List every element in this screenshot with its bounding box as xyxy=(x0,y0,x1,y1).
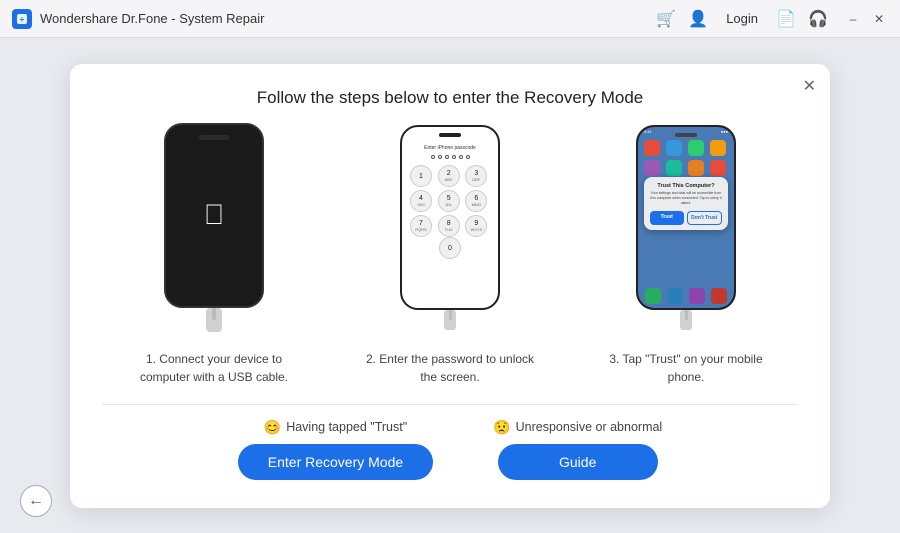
divider xyxy=(102,404,798,405)
guide-button[interactable]: Guide xyxy=(498,444,658,480)
enter-recovery-text: Having tapped "Trust" xyxy=(286,420,407,434)
titlebar-actions: 🛒 👤 Login 📄 🎧 – ✕ xyxy=(656,9,888,29)
steps-row: ⎕ 1. Connect your device to computer wit… xyxy=(102,128,798,386)
minimize-button[interactable]: – xyxy=(844,10,862,28)
titlebar: + Wondershare Dr.Fone - System Repair 🛒 … xyxy=(0,0,900,38)
app-6 xyxy=(666,160,682,176)
status-bar: 9:41 ●●● xyxy=(638,127,734,136)
dock-icon-3 xyxy=(689,288,705,304)
numkey-9: 9WXYZ xyxy=(465,215,487,237)
step-2-phone: Enter iPhone passcode 1 2ABC 3DEF 4GHI 5… xyxy=(400,125,500,310)
step-1-desc: 1. Connect your device to computer with … xyxy=(124,350,304,386)
step-3-phone-wrap: 9:41 ●●● xyxy=(606,128,766,328)
enter-recovery-group: 😊 Having tapped "Trust" Enter Recovery M… xyxy=(238,419,433,480)
step-1-phone-wrap: ⎕ xyxy=(134,128,294,328)
step-3-phone: 9:41 ●●● xyxy=(636,125,736,310)
step-1-col: ⎕ 1. Connect your device to computer wit… xyxy=(102,128,326,386)
app-3 xyxy=(688,140,704,156)
cart-icon[interactable]: 🛒 xyxy=(656,9,676,29)
usb-icon: ⎕ xyxy=(206,199,223,232)
trust-dialog: Trust This Computer? Your settings and d… xyxy=(644,177,728,230)
app-1 xyxy=(644,140,660,156)
app-7 xyxy=(688,160,704,176)
step-3-col: 9:41 ●●● xyxy=(574,128,798,386)
trust-buttons: Trust Don't Trust xyxy=(650,211,722,225)
enter-recovery-button[interactable]: Enter Recovery Mode xyxy=(238,444,433,480)
dialog-close-button[interactable]: ✕ xyxy=(803,76,816,96)
document-icon[interactable]: 📄 xyxy=(776,9,796,29)
recovery-mode-dialog: ✕ Follow the steps below to enter the Re… xyxy=(70,64,830,508)
login-button[interactable]: Login xyxy=(720,9,764,28)
numpad: 1 2ABC 3DEF 4GHI 5JKL 6MNO 7PQRS 8TUV 9W… xyxy=(410,165,490,237)
back-button[interactable]: ← xyxy=(20,485,52,517)
passcode-label: Enter iPhone passcode xyxy=(424,145,476,151)
app-grid xyxy=(638,136,734,180)
app-5 xyxy=(644,160,660,176)
step-3-desc: 3. Tap "Trust" on your mobile phone. xyxy=(596,350,776,386)
phone-screen-3: 9:41 ●●● xyxy=(638,127,734,308)
trust-trust-button[interactable]: Trust xyxy=(650,211,684,225)
step-2-col: Enter iPhone passcode 1 2ABC 3DEF 4GHI 5… xyxy=(338,128,562,386)
enter-recovery-label: 😊 Having tapped "Trust" xyxy=(264,419,407,436)
guide-label: 😟 Unresponsive or abnormal xyxy=(493,419,662,436)
dock-icon-2 xyxy=(667,288,683,304)
numkey-3: 3DEF xyxy=(465,165,487,187)
numkey-8: 8TUV xyxy=(438,215,460,237)
numkey-4: 4GHI xyxy=(410,190,432,212)
trust-title: Trust This Computer? xyxy=(650,183,722,189)
window-controls: – ✕ xyxy=(844,10,888,28)
app-8 xyxy=(710,160,726,176)
dialog-title: Follow the steps below to enter the Reco… xyxy=(102,88,798,108)
dock-icon-1 xyxy=(645,288,661,304)
app-logo: + xyxy=(12,9,32,29)
headset-icon[interactable]: 🎧 xyxy=(808,9,828,29)
dock-icon-4 xyxy=(711,288,727,304)
main-area: ✕ Follow the steps below to enter the Re… xyxy=(0,38,900,533)
guide-text: Unresponsive or abnormal xyxy=(516,420,663,434)
smile-emoji: 😊 xyxy=(264,419,281,436)
step-2-phone-wrap: Enter iPhone passcode 1 2ABC 3DEF 4GHI 5… xyxy=(370,128,530,328)
numkey-5: 5JKL xyxy=(438,190,460,212)
numkey-1: 1 xyxy=(410,165,432,187)
worried-emoji: 😟 xyxy=(493,419,510,436)
user-icon[interactable]: 👤 xyxy=(688,9,708,29)
trust-dont-button[interactable]: Don't Trust xyxy=(687,211,723,225)
passcode-dots xyxy=(431,155,470,159)
bottom-actions: 😊 Having tapped "Trust" Enter Recovery M… xyxy=(102,419,798,480)
numkey-6: 6MNO xyxy=(465,190,487,212)
step-1-phone: ⎕ xyxy=(164,123,264,308)
guide-group: 😟 Unresponsive or abnormal Guide xyxy=(493,419,662,480)
svg-text:+: + xyxy=(20,15,25,24)
app-2 xyxy=(666,140,682,156)
app-title: Wondershare Dr.Fone - System Repair xyxy=(40,11,656,26)
step-2-desc: 2. Enter the password to unlock the scre… xyxy=(360,350,540,386)
close-button[interactable]: ✕ xyxy=(870,10,888,28)
numkey-7: 7PQRS xyxy=(410,215,432,237)
app-4 xyxy=(710,140,726,156)
numkey-0: 0 xyxy=(439,237,461,259)
trust-body: Your settings and data will be accessibl… xyxy=(650,191,722,206)
numkey-2: 2ABC xyxy=(438,165,460,187)
